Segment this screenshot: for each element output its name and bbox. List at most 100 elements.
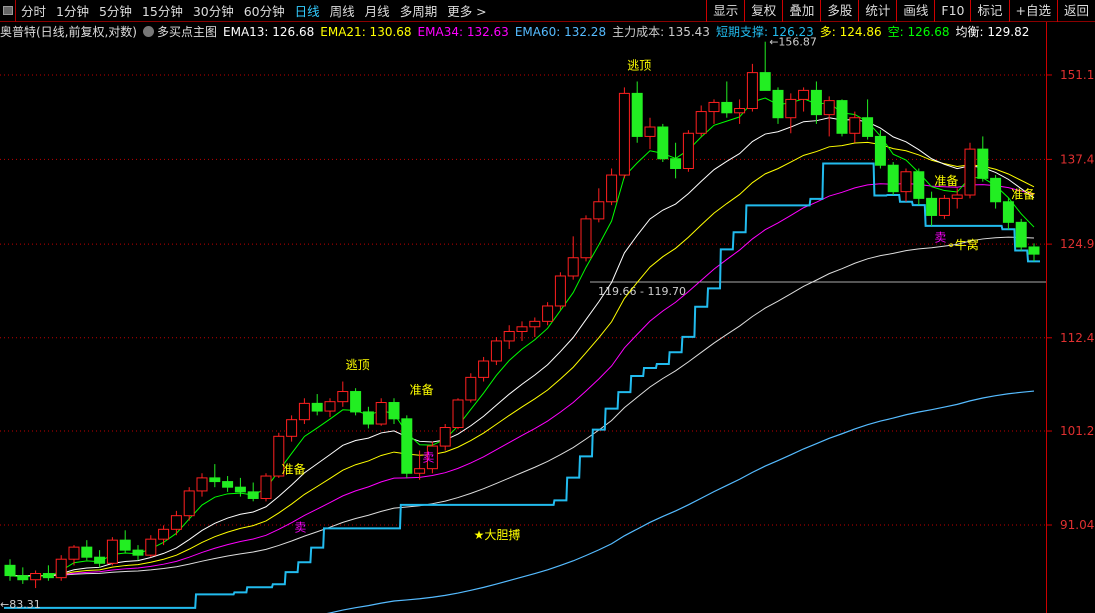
- candle-body: [286, 419, 298, 437]
- candle-body: [746, 72, 758, 110]
- candle-body: [887, 164, 899, 193]
- candlestick-chart[interactable]: 151.1 137.4 124.9 112.4 101.2 91.04 119.66 - 1…: [0, 0, 1095, 613]
- candle-body: [388, 402, 400, 420]
- candle-body: [554, 275, 566, 307]
- candle-body: [1002, 201, 1014, 223]
- price-range-label: 119.66 - 119.70: [598, 285, 686, 298]
- candle-body: [849, 117, 861, 134]
- candle-body: [631, 92, 643, 137]
- y-tick-label: 124.9: [1060, 237, 1094, 251]
- y-tick-label: 112.4: [1060, 331, 1094, 345]
- signal-label: 准备: [410, 383, 434, 397]
- candle-body: [900, 171, 912, 193]
- candle-body: [657, 126, 669, 160]
- candle-body: [990, 177, 1002, 203]
- candle-body: [798, 89, 810, 100]
- candle-body: [913, 171, 925, 199]
- candle-body: [17, 575, 29, 581]
- candle-body: [759, 72, 771, 91]
- long-term-line: [326, 390, 1035, 613]
- candle-body: [170, 515, 182, 530]
- candle-body: [158, 528, 170, 540]
- candle-body: [260, 475, 272, 499]
- candle-body: [106, 539, 118, 564]
- candle-body: [465, 376, 477, 401]
- support-line: [4, 162, 1040, 609]
- ema13-line: [9, 117, 1035, 577]
- candle-body: [682, 132, 694, 169]
- candle-body: [503, 330, 515, 342]
- candle-body: [951, 194, 963, 199]
- candle-body: [209, 477, 221, 483]
- candle-body: [222, 481, 234, 488]
- candle-body: [721, 101, 733, 114]
- candle-body: [734, 108, 746, 114]
- candle-body: [618, 92, 630, 176]
- y-tick-label: 91.04: [1060, 518, 1094, 532]
- candle-body: [708, 101, 720, 113]
- candle-body: [836, 100, 848, 134]
- candle-body: [132, 549, 144, 556]
- low-price-label: ←83.31: [0, 598, 41, 611]
- candle-body: [1028, 246, 1040, 255]
- candle-body: [926, 197, 938, 216]
- candle-body: [670, 158, 682, 169]
- y-tick-label: 151.1: [1060, 68, 1094, 82]
- candle-body: [516, 326, 528, 332]
- signal-label: 逃顶: [346, 358, 370, 372]
- candle-body: [324, 401, 336, 412]
- candle-body: [1015, 221, 1027, 248]
- candle-body: [567, 257, 579, 277]
- signal-label: 准备: [282, 462, 306, 476]
- candle-body: [772, 89, 784, 119]
- candle-body: [580, 218, 592, 259]
- candle-body: [350, 391, 362, 413]
- candle-body: [298, 402, 310, 421]
- candle-body: [862, 117, 874, 137]
- candle-body: [375, 402, 387, 425]
- candle-body: [478, 360, 490, 378]
- candle-body: [55, 558, 67, 579]
- candle-body: [606, 174, 618, 203]
- candle-body: [68, 546, 80, 560]
- candle-body: [529, 320, 541, 328]
- y-tick-label: 137.4: [1060, 152, 1094, 166]
- signal-label: 准备: [934, 174, 958, 188]
- candle-body: [183, 490, 195, 517]
- candle-body: [452, 399, 464, 429]
- candle-body: [414, 468, 426, 474]
- candle-body: [785, 98, 797, 119]
- candle-body: [119, 539, 131, 551]
- candle-body: [81, 546, 93, 558]
- candle-body: [938, 197, 950, 216]
- candle-body: [94, 556, 106, 564]
- candle-body: [439, 427, 451, 447]
- high-price-label: ←156.87: [769, 36, 817, 49]
- candle-body: [362, 411, 374, 425]
- signal-label: 逃顶: [627, 59, 651, 73]
- signal-label: 卖: [294, 520, 306, 534]
- candle-body: [247, 491, 259, 499]
- candle-body: [234, 486, 246, 493]
- candle-body: [4, 564, 16, 577]
- signal-label: ∘牛窝: [947, 237, 979, 252]
- candle-body: [542, 305, 554, 322]
- candle-body: [695, 111, 707, 134]
- candle-body: [964, 148, 976, 196]
- ema34-line: [9, 182, 1035, 577]
- y-tick-label: 101.2: [1060, 424, 1094, 438]
- candle-body: [401, 418, 413, 474]
- candle-body: [644, 126, 656, 137]
- signal-label: 卖: [422, 450, 434, 464]
- price-axis-divider: [1046, 22, 1047, 613]
- candle-body: [145, 538, 157, 556]
- candle-body: [42, 573, 54, 579]
- candle-body: [593, 201, 605, 220]
- candle-body: [490, 340, 502, 362]
- candle-body: [810, 89, 822, 116]
- candle-body: [30, 573, 42, 581]
- candle-body: [874, 135, 886, 166]
- candle-body: [196, 477, 208, 492]
- candle-body: [311, 402, 323, 412]
- candle-body: [823, 100, 835, 116]
